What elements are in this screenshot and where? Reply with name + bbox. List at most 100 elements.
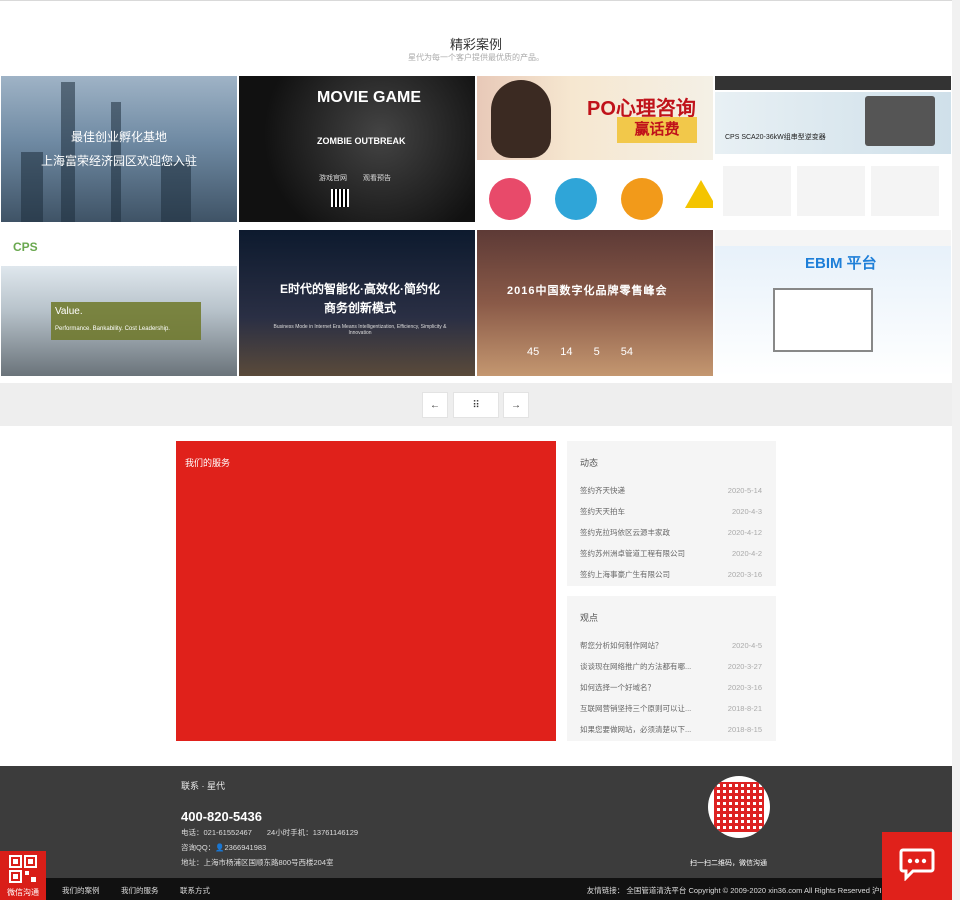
wechat-float-button[interactable]: 微信沟通 [0,851,46,900]
next-arrow-button[interactable]: → [503,392,529,418]
site-header-bar [715,230,951,246]
tile-link-1[interactable]: 游戏官网 [319,173,347,183]
item-title[interactable]: 签约齐天快递 [580,485,625,506]
top-divider [0,0,952,1]
carousel-dots-button[interactable]: ⠿ [453,392,499,418]
monitor-image [773,288,873,352]
case-grid: 最佳创业孵化基地 上海富荣经济园区欢迎您入驻 MOVIE GAME ZOMBIE… [0,75,952,380]
case-tile-5[interactable]: CPS Value. Performance. Bankability. Cos… [1,230,237,376]
case-tile-7[interactable]: 2016中国数字化品牌零售峰会 45 14 5 54 [477,230,713,376]
list-item[interactable]: 签约上海事豪广生有限公司 2020-3-16 [580,569,762,590]
baby-icon [621,178,663,220]
case-tile-2[interactable]: MOVIE GAME ZOMBIE OUTBREAK 游戏官网 观看预告 [239,76,475,222]
views-heading: 观点 [580,613,599,623]
case-tile-4[interactable]: CPS SCA20-36kW组串型逆变器 [715,76,951,222]
site-header-bar [715,76,951,90]
footer: 联系 · 星代 400-820-5436 电话：021-61552467 24小… [0,766,952,878]
scrollbar[interactable] [952,0,960,900]
portrait-image [491,80,551,158]
item-title[interactable]: 帮您分析如何制作网站？ [580,640,663,661]
list-item[interactable]: 签约天天拍车 2020-4-3 [580,506,762,527]
qr-code-icon [714,782,764,832]
list-item[interactable]: 谈谈现在网络推广的方法都有哪... 2020-3-27 [580,661,762,682]
item-date: 2020-4-5 [731,641,762,650]
item-title[interactable]: 签约上海事豪广生有限公司 [580,569,670,590]
bottom-link-cases[interactable]: 我们的案例 [62,885,100,896]
item-date: 2018-8-15 [727,725,762,734]
tile-line-1: 最佳创业孵化基地 [70,130,167,144]
tile-line-1: CPS [13,240,38,254]
qr-code-icon [331,189,349,207]
case-tile-3[interactable]: PO心理咨询 赢话费 [477,76,713,222]
bottom-link-contact[interactable]: 联系方式 [180,885,210,896]
cases-title: 精彩案例 [449,37,502,52]
chat-button[interactable] [882,832,952,900]
wechat-qr-icon [9,855,37,883]
bottom-link-services[interactable]: 我们的服务 [121,885,159,896]
item-title[interactable]: 如果您要做网站，必须清楚以下... [580,724,691,745]
list-item[interactable]: 签约苏州洲卓管道工程有限公司 2020-4-2 [580,548,762,569]
tile-line-1: EBIM 平台 [805,255,877,272]
contact-address: 地址：上海市杨浦区国顺东路800号西楼204室 [181,858,334,867]
copyright-text: 友情链接： 全国管道清洗平台 Copyright © 2009-2020 xin… [586,886,892,895]
item-title[interactable]: 互联网营销坚持三个原则可以让... [580,703,691,724]
list-item[interactable]: 如果您要做网站，必须清楚以下... 2018-8-15 [580,724,762,745]
inverter-image [865,96,935,146]
views-list: 帮您分析如何制作网站？ 2020-4-5 谈谈现在网络推广的方法都有哪... 202… [580,640,762,745]
views-box: 观点 帮您分析如何制作网站？ 2020-4-5 谈谈现在网络推广的方法都有哪...… [567,596,776,741]
carousel-controls: ← ⠿ → [0,383,952,426]
qr-caption: 扫一扫二维码，微信沟通 [690,860,767,867]
parents-icon [555,178,597,220]
list-item[interactable]: 帮您分析如何制作网站？ 2020-4-5 [580,640,762,661]
cases-subtitle: 星代为每一个客户提供最优质的产品。 [408,53,544,62]
footer-heading: 联系 · 星代 [181,781,225,791]
product-list [723,166,943,216]
item-date: 2018-8-21 [727,704,762,713]
item-title[interactable]: 如何选择一个好域名？ [580,682,655,703]
service-panel[interactable]: 我们的服务 [176,441,556,741]
list-item[interactable]: 签约克拉玛依区云源丰家政 2020-4-12 [580,527,762,548]
tile-line-2: Value. [55,306,83,317]
item-title[interactable]: 签约天天拍车 [580,506,625,527]
hotline: 400-820-5436 [181,809,262,824]
news-list: 签约齐天快递 2020-5-14 签约天天拍车 2020-4-3 签约克拉玛依区云源… [580,485,762,590]
case-tile-1[interactable]: 最佳创业孵化基地 上海富荣经济园区欢迎您入驻 [1,76,237,222]
item-date: 2020-5-14 [727,486,762,495]
couple-icon [489,178,531,220]
tile-line-1: MOVIE GAME [317,89,422,106]
contact-tel: 电话：021-61552467 24小时手机：13761146129 [181,828,359,837]
item-date: 2020-4-12 [727,528,762,537]
case-tile-8[interactable]: EBIM 平台 [715,230,951,376]
tile-line-2: 上海富荣经济园区欢迎您入驻 [40,154,197,168]
warning-icon [685,180,713,208]
news-box: 动态 签约齐天快递 2020-5-14 签约天天拍车 2020-4-3 签约克拉玛依… [567,441,776,586]
list-item[interactable]: 互联网营销坚持三个原则可以让... 2018-8-21 [580,703,762,724]
building-shape [161,162,191,222]
item-date: 2020-3-16 [727,683,762,692]
item-title[interactable]: 签约克拉玛依区云源丰家政 [580,527,670,548]
tile-line-1: 2016中国数字化品牌零售峰会 [507,285,668,297]
item-date: 2020-3-16 [727,570,762,579]
list-item[interactable]: 签约齐天快递 2020-5-14 [580,485,762,506]
item-title[interactable]: 签约苏州洲卓管道工程有限公司 [580,548,685,569]
item-date: 2020-4-2 [731,549,762,558]
service-label: 我们的服务 [185,458,231,468]
prev-arrow-button[interactable]: ← [422,392,448,418]
tile-line-2: 商务创新模式 [323,301,396,315]
wechat-label: 微信沟通 [7,888,39,897]
wechat-qr-code [708,776,770,838]
item-title[interactable]: 谈谈现在网络推广的方法都有哪... [580,661,691,682]
item-date: 2020-3-27 [727,662,762,671]
tile-line-2: ZOMBIE OUTBREAK [317,136,406,146]
tile-line-2: 45 14 5 54 [527,346,633,358]
tile-line-3: Business Mode in Internet Era Means Inte… [273,324,447,336]
list-item[interactable]: 如何选择一个好域名？ 2020-3-16 [580,682,762,703]
tile-line-1: CPS SCA20-36kW组串型逆变器 [725,134,826,141]
tile-line-2: 赢话费 [617,117,697,143]
chat-bubble-icon [899,848,935,881]
case-tile-6[interactable]: E时代的智能化·高效化·简约化 商务创新模式 Business Mode in I… [239,230,475,376]
tile-link-2[interactable]: 观看预告 [363,173,391,183]
tile-line-1a: E时代的智能化·高效化·简约化 [280,282,440,296]
item-date: 2020-4-3 [731,507,762,516]
bottom-bar: 我们的案例 我们的服务 联系方式 友情链接： 全国管道清洗平台 Copyrigh… [0,878,952,900]
